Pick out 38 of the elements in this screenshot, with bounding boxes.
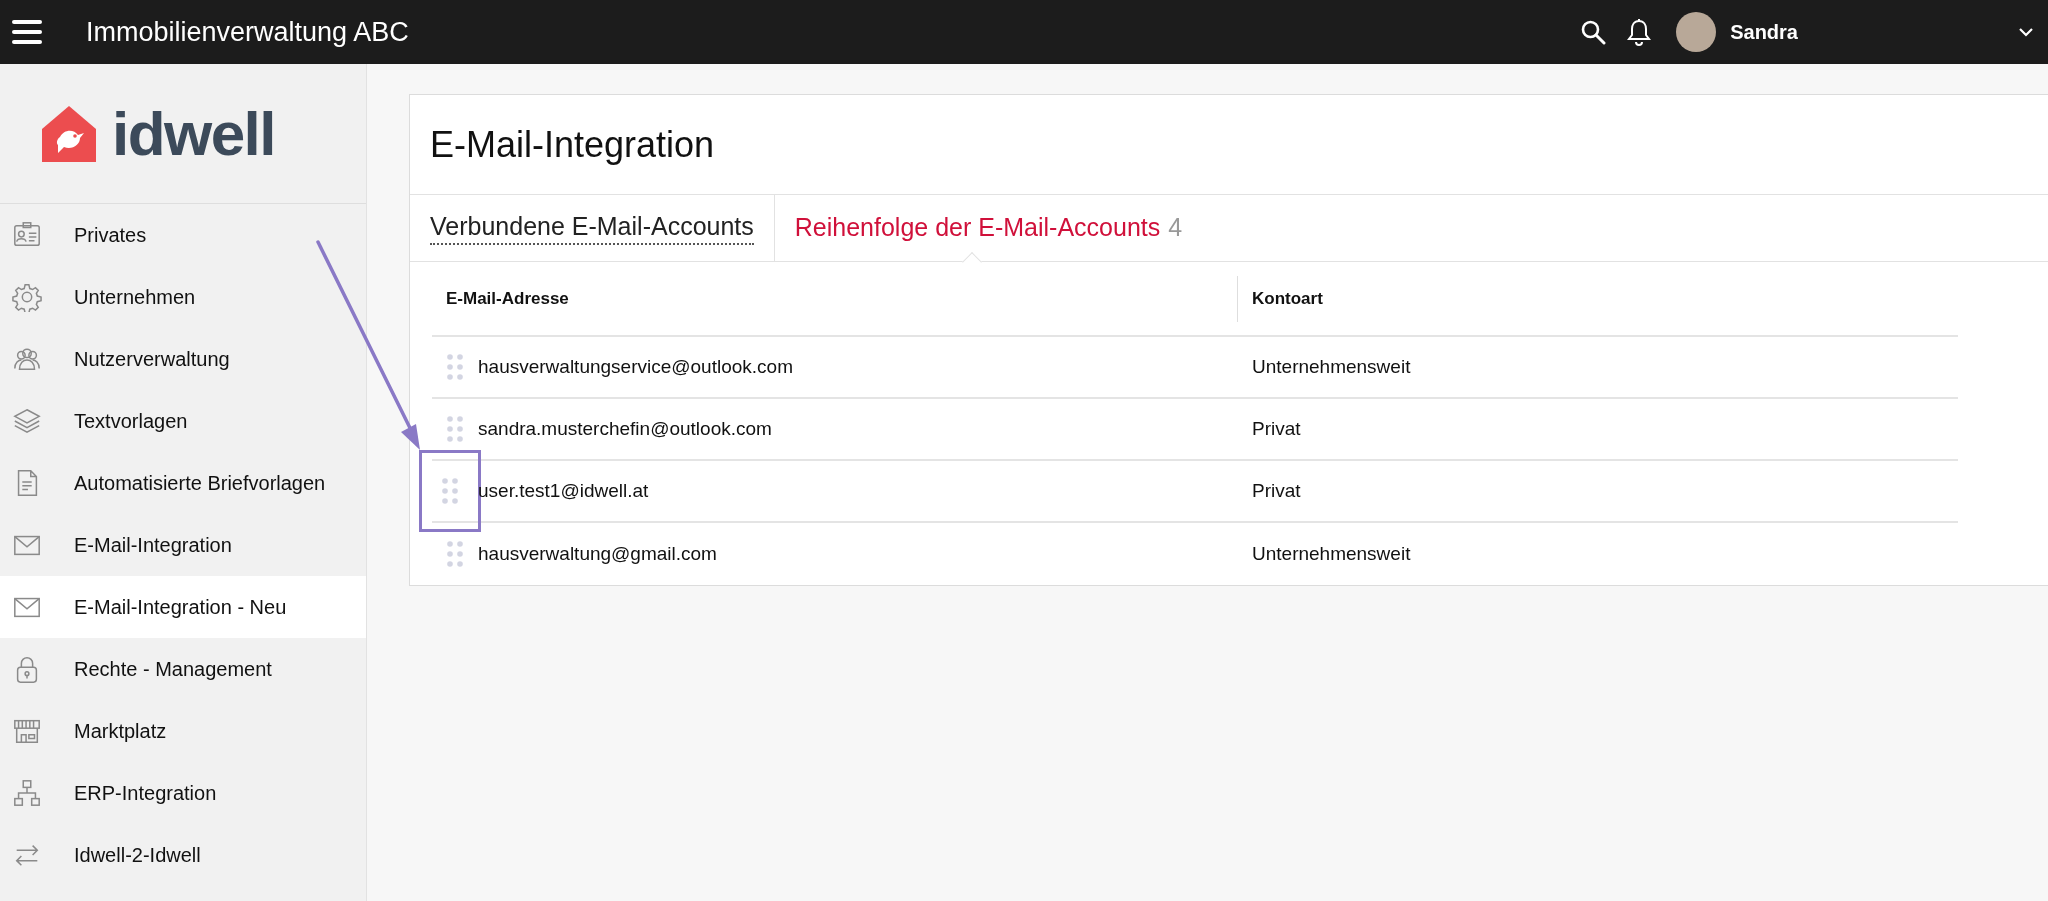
sidebar-item[interactable]: Automatisierte Briefvorlagen xyxy=(0,452,366,514)
settings-icon xyxy=(12,282,42,312)
tab[interactable]: Reihenfolge der E-Mail-Accounts 4 xyxy=(774,195,1203,261)
table-cell-text: hausverwaltung@gmail.com xyxy=(478,541,718,566)
sidebar-item[interactable]: Marktplatz xyxy=(0,700,366,762)
table-cell-text: hausverwaltungservice@outlook.com xyxy=(478,354,794,379)
sidebar-item[interactable]: Unternehmen xyxy=(0,266,366,328)
drag-handle-icon[interactable] xyxy=(446,539,464,569)
column-header: E-Mail-Adresse xyxy=(445,287,570,310)
sidebar-item[interactable]: Rechte - Management xyxy=(0,638,366,700)
sidebar-item[interactable]: Nutzerverwaltung xyxy=(0,328,366,390)
tab[interactable]: Verbundene E-Mail-Accounts xyxy=(410,195,775,261)
sidebar-item[interactable]: E-Mail-Integration xyxy=(0,514,366,576)
drag-handle-icon[interactable] xyxy=(446,352,464,382)
sidebar-item[interactable]: E-Mail-Integration - Neu xyxy=(0,576,366,638)
page-title: E-Mail-Integration xyxy=(430,122,715,167)
user-menu[interactable]: Sandra xyxy=(1730,17,1798,47)
table-cell-text: sandra.musterchefin@outlook.com xyxy=(478,416,773,441)
bell-icon[interactable] xyxy=(1626,18,1653,46)
table-cell-text: Privat xyxy=(1252,478,1301,503)
sidebar-item[interactable]: Idwell-2-Idwell xyxy=(0,824,366,886)
column-header: Kontoart xyxy=(1251,287,1323,310)
hierarchy-icon xyxy=(12,778,42,808)
sidebar-item[interactable]: Privates xyxy=(0,204,366,266)
menu-icon[interactable] xyxy=(12,17,42,47)
sidebar-item[interactable]: ERP-Integration xyxy=(0,762,366,824)
table-cell-text: Unternehmensweit xyxy=(1252,541,1411,566)
layers-icon xyxy=(12,406,42,436)
avatar[interactable] xyxy=(1676,12,1717,52)
app-title: Immobilienverwaltung ABC xyxy=(86,15,409,49)
drag-handle-icon[interactable] xyxy=(446,414,464,444)
sidebar-item[interactable]: Textvorlagen xyxy=(0,390,366,452)
search-icon[interactable] xyxy=(1580,19,1607,45)
chevron-down-icon[interactable] xyxy=(2018,27,2034,37)
table-cell-text: Privat xyxy=(1252,416,1301,441)
table-cell-text: Unternehmensweit xyxy=(1252,354,1411,379)
drag-handle-icon[interactable] xyxy=(422,453,478,529)
logo-wordmark: idwell xyxy=(112,102,275,165)
